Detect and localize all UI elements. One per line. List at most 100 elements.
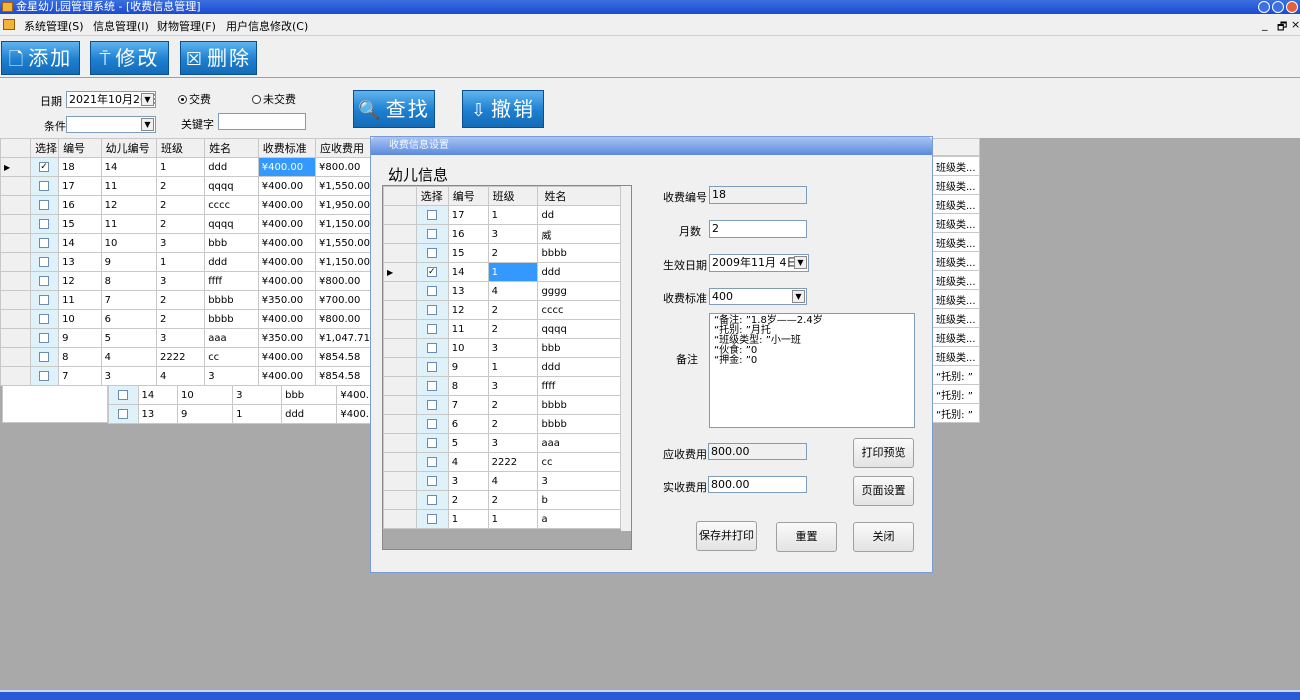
maximize-icon[interactable] bbox=[1272, 1, 1284, 13]
table-row[interactable]: 15 2 bbbb bbox=[383, 243, 621, 263]
row-checkbox[interactable] bbox=[426, 304, 437, 315]
close-window-icon[interactable] bbox=[1286, 1, 1298, 13]
menu-finance[interactable]: 财物管理(F) bbox=[157, 18, 216, 34]
row-checkbox[interactable] bbox=[426, 456, 437, 467]
table-row[interactable]: 12 2 cccc bbox=[383, 300, 621, 320]
row-checkbox[interactable] bbox=[39, 294, 50, 305]
table-row[interactable]: 8 3 ffff bbox=[383, 376, 621, 396]
table-row[interactable]: 13 4 gggg bbox=[383, 281, 621, 301]
due-field[interactable]: 800.00 bbox=[708, 443, 807, 460]
menu-system[interactable]: 系统管理(S) bbox=[24, 18, 84, 34]
table-row[interactable]: 14 10 3 bbb ¥400. bbox=[108, 385, 372, 405]
table-row[interactable]: 17 11 2 qqqq ¥400.00 ¥1,550.00 bbox=[0, 176, 372, 196]
chevron-down-icon[interactable]: ▼ bbox=[141, 93, 154, 106]
row-checkbox[interactable] bbox=[39, 237, 50, 248]
row-checkbox[interactable] bbox=[39, 256, 50, 267]
remark-textarea[interactable]: “备注: ”1.8岁——2.4岁 “托别: ”月托 “班级类型: ”小一班 “伙… bbox=[709, 313, 915, 428]
row-checkbox[interactable] bbox=[426, 285, 437, 296]
chevron-down-icon[interactable]: ▼ bbox=[141, 118, 154, 131]
paid-field[interactable]: 800.00 bbox=[708, 476, 807, 493]
row-checkbox[interactable] bbox=[426, 399, 437, 410]
row-checkbox[interactable] bbox=[426, 437, 437, 448]
row-checkbox[interactable] bbox=[426, 209, 437, 220]
table-row[interactable]: 10 6 2 bbbb ¥400.00 ¥800.00 bbox=[0, 309, 372, 329]
edit-button[interactable]: ⍑ 修改 bbox=[90, 41, 169, 75]
table-row[interactable]: 4 2222 cc bbox=[383, 452, 621, 472]
mdi-restore-icon[interactable]: 🗗 bbox=[1277, 18, 1287, 37]
condition-select[interactable]: ▼ bbox=[66, 116, 156, 133]
row-checkbox[interactable] bbox=[426, 247, 437, 258]
col-class[interactable]: 班级 bbox=[156, 138, 206, 158]
row-checkbox[interactable] bbox=[39, 370, 50, 381]
row-checkbox[interactable] bbox=[426, 342, 437, 353]
find-button[interactable]: 🔍 查找 bbox=[353, 90, 435, 128]
fee-no-field[interactable]: 18 bbox=[709, 186, 807, 204]
mdi-minimize-icon[interactable]: _ bbox=[1262, 18, 1268, 31]
row-checkbox[interactable] bbox=[426, 228, 437, 239]
table-row[interactable]: 13 9 1 ddd ¥400.00 ¥1,150.00 bbox=[0, 252, 372, 272]
col-select[interactable]: 选择 bbox=[415, 186, 449, 206]
table-row[interactable]: 17 1 dd bbox=[383, 205, 621, 225]
col-name[interactable]: 姓名 bbox=[204, 138, 259, 158]
row-checkbox[interactable] bbox=[39, 199, 50, 210]
delete-button[interactable]: ☒ 删除 bbox=[180, 41, 257, 75]
table-row[interactable]: 13 9 1 ddd ¥400. bbox=[108, 404, 372, 424]
table-row[interactable]: 22b bbox=[383, 490, 621, 510]
months-field[interactable]: 2 bbox=[709, 220, 807, 238]
col-select[interactable]: 选择 bbox=[30, 138, 60, 158]
row-checkbox[interactable] bbox=[426, 494, 437, 505]
col-class[interactable]: 班级 bbox=[487, 186, 539, 206]
chevron-down-icon[interactable]: ▼ bbox=[792, 290, 805, 303]
page-setup-button[interactable]: 页面设置 bbox=[853, 476, 914, 506]
table-row[interactable]: 16 12 2 cccc ¥400.00 ¥1,950.00 bbox=[0, 195, 372, 215]
effective-date-picker[interactable]: 2009年11月 4日 ▼ bbox=[709, 254, 809, 272]
col-name[interactable]: 姓名 bbox=[537, 186, 621, 206]
row-checkbox[interactable] bbox=[39, 275, 50, 286]
table-row[interactable]: 9 5 3 aaa ¥350.00 ¥1,047.71 bbox=[0, 328, 372, 348]
table-row[interactable]: 6 2 bbbb bbox=[383, 414, 621, 434]
row-checkbox[interactable] bbox=[426, 361, 437, 372]
table-row[interactable]: 12 8 3 ffff ¥400.00 ¥800.00 bbox=[0, 271, 372, 291]
row-checkbox[interactable] bbox=[39, 332, 50, 343]
keyword-input[interactable] bbox=[218, 113, 306, 130]
col-id[interactable]: 编号 bbox=[58, 138, 102, 158]
date-picker[interactable]: 2021年10月26日 ▼ bbox=[66, 91, 156, 108]
table-row[interactable]: 9 1 ddd bbox=[383, 357, 621, 377]
row-checkbox[interactable] bbox=[39, 180, 50, 191]
save-and-print-button[interactable]: 保存并打印 bbox=[696, 521, 757, 551]
table-row[interactable]: 5 3 aaa bbox=[383, 433, 621, 453]
col-id[interactable]: 编号 bbox=[447, 186, 489, 206]
col-due[interactable]: 应收费用 bbox=[315, 138, 372, 158]
mdi-close-icon[interactable]: × bbox=[1291, 18, 1300, 31]
radio-paid[interactable]: 交费 bbox=[178, 91, 211, 107]
menu-user-edit[interactable]: 用户信息修改(C) bbox=[226, 18, 308, 34]
table-row[interactable]: 7 3 4 3 ¥400.00 ¥854.58 bbox=[0, 366, 372, 386]
table-row[interactable]: 7 2 bbbb bbox=[383, 395, 621, 415]
mdi-child-icon[interactable] bbox=[3, 19, 15, 30]
table-row[interactable]: 15 11 2 qqqq ¥400.00 ¥1,150.00 bbox=[0, 214, 372, 234]
table-row[interactable]: 343 bbox=[383, 471, 621, 491]
row-checkbox[interactable] bbox=[117, 389, 128, 400]
add-button[interactable]: 🗋 添加 bbox=[1, 41, 80, 75]
row-checkbox[interactable] bbox=[426, 475, 437, 486]
table-row[interactable]: 11a bbox=[383, 509, 621, 529]
col-child-id[interactable]: 幼儿编号 bbox=[100, 138, 158, 158]
row-checkbox[interactable] bbox=[426, 323, 437, 334]
minimize-icon[interactable] bbox=[1258, 1, 1270, 13]
row-checkbox[interactable]: ✓ bbox=[39, 161, 50, 172]
row-checkbox[interactable] bbox=[39, 313, 50, 324]
reset-button[interactable]: 重置 bbox=[776, 522, 837, 552]
col-standard[interactable]: 收费标准 bbox=[257, 138, 317, 158]
row-checkbox[interactable] bbox=[117, 408, 128, 419]
row-checkbox[interactable]: ✓ bbox=[426, 266, 437, 277]
row-checkbox[interactable] bbox=[426, 418, 437, 429]
table-row[interactable]: ▶ ✓ 18 14 1 ddd ¥400.00 ¥800.00 bbox=[0, 157, 372, 177]
undo-button[interactable]: ⇩ 撤销 bbox=[462, 90, 544, 128]
menu-info[interactable]: 信息管理(I) bbox=[93, 18, 149, 34]
row-checkbox[interactable] bbox=[426, 380, 437, 391]
table-row[interactable]: 10 3 bbb bbox=[383, 338, 621, 358]
close-button[interactable]: 关闭 bbox=[853, 522, 914, 552]
fee-standard-select[interactable]: 400 ▼ bbox=[709, 288, 807, 305]
print-preview-button[interactable]: 打印预览 bbox=[853, 438, 914, 468]
radio-unpaid[interactable]: 未交费 bbox=[252, 91, 296, 107]
